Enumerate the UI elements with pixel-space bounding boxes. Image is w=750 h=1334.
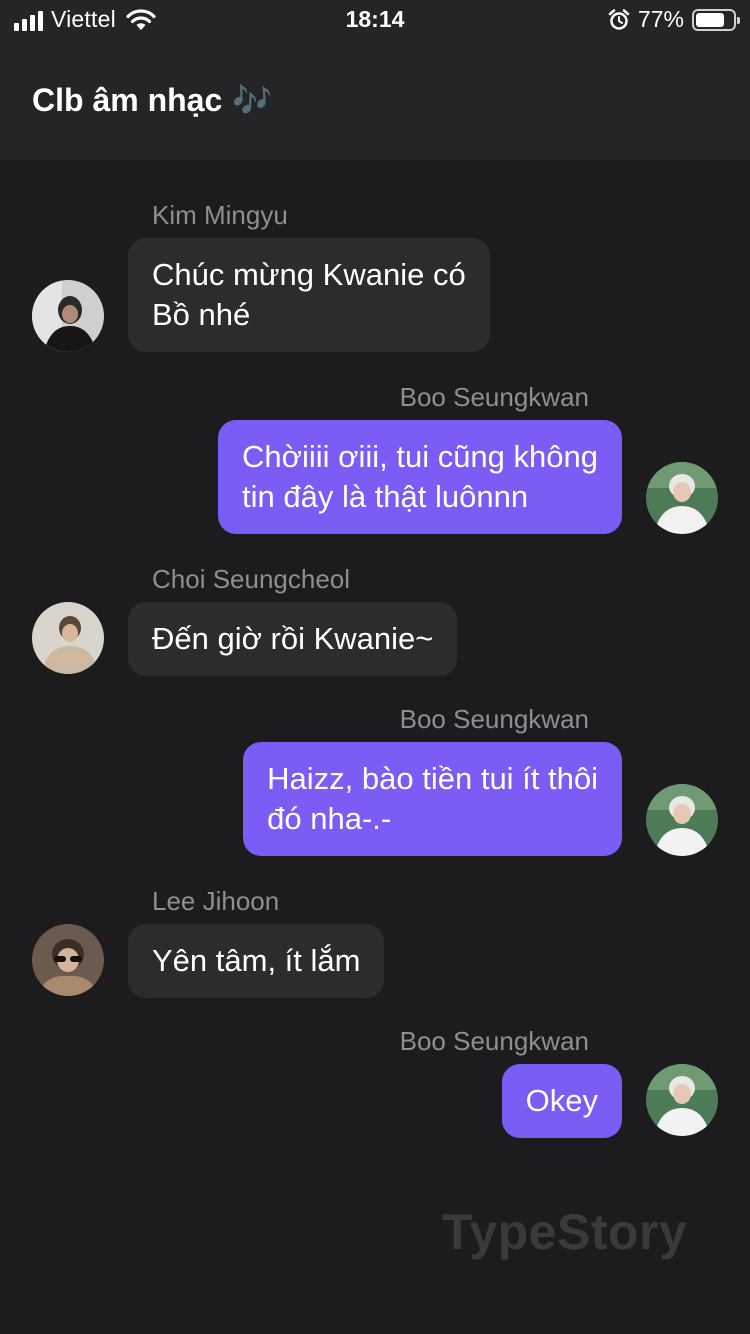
message-text-line: Bồ nhé [152,297,251,332]
message-list: Kim Mingyu Chúc mừng Kwanie có Bồ nhé Bo… [0,160,750,1334]
avatar[interactable] [646,462,718,534]
sender-name: Boo Seungkwan [399,382,589,412]
message-bubble[interactable]: Chờiiii ơiii, tui cũng không tin đây là … [218,420,622,534]
avatar[interactable] [646,784,718,856]
sender-name: Choi Seungcheol [152,564,351,594]
avatar[interactable] [32,280,104,352]
message-text-line: Chúc mừng Kwanie có [152,257,466,292]
avatar[interactable] [32,924,104,996]
battery-icon [692,8,740,31]
avatar[interactable] [646,1064,718,1136]
message-bubble[interactable]: Haizz, bào tiền tui ít thôi đó nha-.- [243,742,622,856]
message-bubble[interactable]: Đến giờ rồi Kwanie~ [128,602,458,676]
sender-name: Lee Jihoon [152,886,280,916]
message-text-line: Đến giờ rồi Kwanie~ [152,621,434,656]
message-bubble[interactable]: Yên tâm, ít lắm [128,924,385,998]
avatar[interactable] [32,602,104,674]
sender-name: Boo Seungkwan [399,704,589,734]
status-bar: Viettel 18:14 77% [0,0,750,40]
watermark: TypeStory [442,1204,688,1260]
chat-header: Clb âm nhạc 🎶 [0,40,750,160]
group-title: Clb âm nhạc [32,81,223,118]
sender-name: Kim Mingyu [152,200,288,230]
music-notes-icon: 🎶 [232,82,273,118]
message-text-line: Yên tâm, ít lắm [152,943,361,978]
message-bubble[interactable]: Okey [501,1064,622,1138]
message-text-line: Haizz, bào tiền tui ít thôi [267,761,598,796]
message-bubble[interactable]: Chúc mừng Kwanie có Bồ nhé [128,238,490,352]
message-text-line: tin đây là thật luônnn [242,479,529,514]
message-text-line: Okey [525,1083,598,1118]
alarm-icon [608,8,630,30]
message-text-line: đó nha-.- [267,801,392,836]
message-text-line: Chờiiii ơiii, tui cũng không [242,439,598,474]
sender-name: Boo Seungkwan [399,1026,589,1056]
battery-percent: 77% [637,6,684,32]
